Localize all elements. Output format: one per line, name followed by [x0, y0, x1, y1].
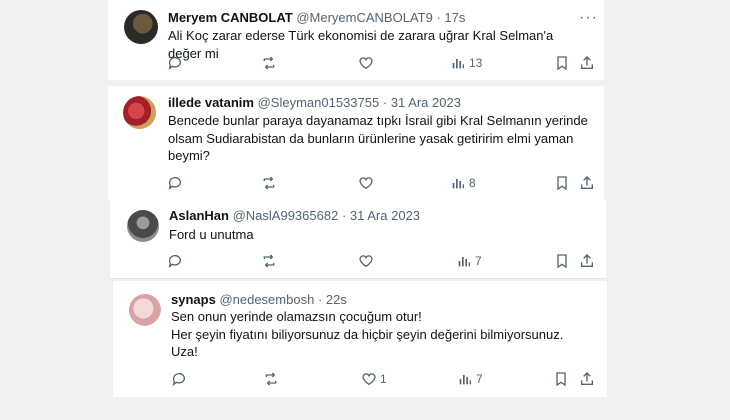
share-button[interactable] — [579, 175, 595, 191]
share-icon — [581, 56, 593, 69]
bookmark-button[interactable] — [553, 371, 569, 387]
like-button[interactable] — [358, 55, 377, 71]
tweet-header: AslanHan @NaslA99365682 · 31 Ara 2023 — [169, 208, 420, 224]
tweet-text-line: olsam Sudiarabistan da bunların ürünleri… — [168, 130, 574, 146]
retweet-icon — [263, 254, 275, 268]
display-name[interactable]: AslanHan — [169, 208, 229, 223]
display-name[interactable]: illede vatanim — [168, 95, 254, 110]
like-icon — [359, 57, 373, 70]
handle[interactable]: @Sleyman01533755 — [258, 95, 380, 110]
timestamp[interactable]: 31 Ara 2023 — [391, 95, 461, 110]
view-count: 7 — [475, 254, 482, 268]
views-icon — [452, 59, 464, 69]
retweet-button[interactable] — [261, 55, 277, 71]
views-button[interactable]: 13 — [450, 55, 482, 71]
bookmark-icon — [556, 372, 566, 387]
tweet-text-line: beymi? — [168, 148, 210, 163]
more-options-icon[interactable]: ··· — [579, 10, 598, 26]
tweet-text-line: Ford u unutma — [169, 227, 254, 242]
retweet-icon — [263, 176, 275, 190]
separator: · — [317, 292, 323, 307]
retweet-icon — [265, 372, 277, 386]
handle[interactable]: @MeryemCANBOLAT9 — [296, 10, 432, 25]
tweet-actions: 8 — [166, 175, 606, 193]
share-button[interactable] — [579, 55, 595, 71]
display-name[interactable]: synaps — [171, 292, 216, 307]
tweet-card[interactable]: synaps @nedesembosh · 22s Sen onun yerin… — [113, 281, 607, 397]
share-icon — [581, 372, 593, 385]
like-icon — [362, 373, 376, 386]
bookmark-icon — [557, 56, 567, 71]
retweet-button[interactable] — [263, 371, 279, 387]
bookmark-button[interactable] — [554, 55, 570, 71]
tweet-actions: 13 — [166, 55, 606, 73]
share-button[interactable] — [579, 253, 595, 269]
like-button[interactable] — [358, 175, 377, 191]
view-count: 8 — [469, 176, 476, 190]
tweet-card[interactable]: Meryem CANBOLAT @MeryemCANBOLAT9 · 17s ·… — [108, 0, 604, 80]
handle[interactable]: @nedesembosh — [219, 292, 314, 307]
reply-icon — [172, 373, 185, 386]
reply-button[interactable] — [171, 371, 187, 387]
timestamp[interactable]: 31 Ara 2023 — [350, 208, 420, 223]
reply-icon — [168, 255, 181, 268]
separator: · — [341, 208, 347, 223]
tweet-text: Ford u unutma — [169, 226, 589, 244]
avatar[interactable] — [124, 10, 158, 44]
retweet-button[interactable] — [261, 253, 277, 269]
tweet-text: Bencede bunlar paraya dayanamaz tıpkı İs… — [168, 112, 598, 165]
separator: · — [436, 10, 441, 25]
share-button[interactable] — [579, 371, 595, 387]
reply-thread: Meryem CANBOLAT @MeryemCANBOLAT9 · 17s ·… — [0, 0, 730, 420]
views-icon — [458, 257, 470, 267]
avatar[interactable] — [127, 210, 159, 242]
tweet-header: illede vatanim @Sleyman01533755 · 31 Ara… — [168, 95, 461, 111]
bookmark-button[interactable] — [554, 253, 570, 269]
tweet-text-line: Her şeyin fiyatını biliyorsunuz da hiçbi… — [171, 326, 564, 342]
handle[interactable]: @NaslA99365682 — [233, 208, 339, 223]
tweet-text-line: Sen onun yerinde olamazsın çocuğum otur! — [171, 309, 422, 324]
view-count: 7 — [476, 372, 483, 386]
views-button[interactable]: 8 — [450, 175, 476, 191]
views-button[interactable]: 7 — [457, 371, 483, 387]
tweet-text: Sen onun yerinde olamazsın çocuğum otur!… — [171, 308, 601, 361]
tweet-actions: 1 7 — [170, 371, 610, 389]
display-name[interactable]: Meryem CANBOLAT — [168, 10, 293, 25]
tweet-text-line: Uza! — [171, 344, 198, 359]
reply-button[interactable] — [167, 175, 183, 191]
like-icon — [359, 177, 373, 190]
like-button[interactable] — [358, 253, 377, 269]
share-icon — [581, 254, 593, 267]
tweet-header: synaps @nedesembosh · 22s — [171, 292, 347, 308]
avatar[interactable] — [129, 294, 161, 326]
like-count: 1 — [380, 372, 387, 386]
retweet-button[interactable] — [261, 175, 277, 191]
tweet-card[interactable]: AslanHan @NaslA99365682 · 31 Ara 2023 Fo… — [110, 200, 606, 279]
like-icon — [359, 255, 373, 268]
reply-icon — [168, 177, 181, 190]
separator: · — [382, 95, 388, 110]
view-count: 13 — [469, 56, 483, 70]
bookmark-button[interactable] — [554, 175, 570, 191]
bookmark-icon — [557, 176, 567, 191]
timestamp[interactable]: 17s — [444, 10, 465, 25]
tweet-card[interactable]: illede vatanim @Sleyman01533755 · 31 Ara… — [108, 86, 604, 201]
views-icon — [452, 179, 464, 189]
tweet-header: Meryem CANBOLAT @MeryemCANBOLAT9 · 17s — [168, 10, 465, 26]
share-icon — [581, 176, 593, 189]
timestamp[interactable]: 22s — [326, 292, 347, 307]
reply-icon — [168, 57, 181, 70]
bookmark-icon — [557, 254, 567, 269]
retweet-icon — [263, 56, 275, 70]
tweet-text-line: Bencede bunlar paraya dayanamaz tıpkı İs… — [168, 113, 588, 128]
like-button[interactable]: 1 — [361, 371, 387, 387]
views-icon — [459, 375, 471, 385]
views-button[interactable]: 7 — [456, 253, 482, 269]
reply-button[interactable] — [167, 253, 183, 269]
avatar[interactable] — [123, 96, 156, 129]
reply-button[interactable] — [167, 55, 183, 71]
tweet-actions: 7 — [166, 253, 606, 271]
